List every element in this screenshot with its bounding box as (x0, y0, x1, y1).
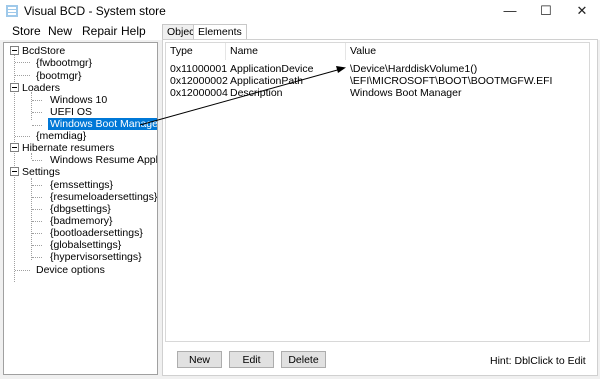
row-3-value[interactable]: Windows Boot Manager (350, 87, 461, 99)
row-3-name[interactable]: Description (230, 87, 283, 99)
edit-button[interactable]: Edit (229, 351, 274, 368)
row-2-type[interactable]: 0x12000002 (170, 75, 228, 87)
collapse-settings-icon[interactable] (10, 167, 19, 176)
collapse-hibernate-icon[interactable] (10, 143, 19, 152)
row-1-name[interactable]: ApplicationDevice (230, 63, 313, 75)
tree-node-badmemory[interactable]: {badmemory} (50, 215, 112, 227)
column-header-name[interactable]: Name (226, 43, 346, 60)
tree-node-settings[interactable]: Settings (22, 166, 60, 178)
new-button[interactable]: New (177, 351, 222, 368)
minimize-icon[interactable]: — (492, 0, 528, 22)
row-1-value[interactable]: \Device\HarddiskVolume1() (350, 63, 477, 75)
tree-node-windows-10[interactable]: Windows 10 (50, 94, 107, 106)
tab-elements[interactable]: Elements (193, 24, 247, 40)
tree-node-uefi-os[interactable]: UEFI OS (50, 106, 92, 118)
delete-button[interactable]: Delete (281, 351, 326, 368)
row-3-type[interactable]: 0x12000004 (170, 87, 228, 99)
menu-store[interactable]: Store (12, 24, 41, 38)
column-header-type[interactable]: Type (166, 43, 226, 60)
row-2-name[interactable]: ApplicationPath (230, 75, 303, 87)
menu-repair[interactable]: Repair (82, 24, 117, 38)
tree-node-hibernate-resumers[interactable]: Hibernate resumers (22, 142, 114, 154)
tree-node-bcdstore[interactable]: BcdStore (22, 45, 65, 57)
row-1-type[interactable]: 0x11000001 (170, 63, 227, 75)
collapse-bcdstore-icon[interactable] (10, 46, 19, 55)
tree-node-emssettings[interactable]: {emssettings} (50, 179, 113, 191)
tree-node-memdiag[interactable]: {memdiag} (36, 130, 86, 142)
menu-bar: Store New Repair Help (0, 22, 600, 40)
menu-help[interactable]: Help (121, 24, 146, 38)
tree-node-loaders[interactable]: Loaders (22, 82, 60, 94)
title-bar: Visual BCD - System store — ☐ ✕ (0, 0, 600, 22)
elements-list[interactable]: Type Name Value 0x11000001 ApplicationDe… (165, 42, 590, 342)
tree-node-windows-boot-manager[interactable]: Windows Boot Manager (48, 118, 157, 130)
tree-node-dbgsettings[interactable]: {dbgsettings} (50, 203, 111, 215)
tree-node-resumeloadersettings[interactable]: {resumeloadersettings} (50, 191, 157, 203)
row-2-value[interactable]: \EFI\MICROSOFT\BOOT\BOOTMGFW.EFI (350, 75, 552, 87)
close-icon[interactable]: ✕ (564, 0, 600, 22)
collapse-loaders-icon[interactable] (10, 83, 19, 92)
app-icon (6, 5, 18, 17)
column-header-value[interactable]: Value (346, 43, 589, 60)
bcd-tree[interactable]: BcdStore {fwbootmgr} {bootmgr} Loaders W… (3, 42, 158, 375)
maximize-icon[interactable]: ☐ (528, 0, 564, 22)
window-title: Visual BCD - System store (24, 4, 166, 18)
tree-node-device-options[interactable]: Device options (36, 264, 105, 276)
tree-node-windows-resume[interactable]: Windows Resume Applicatio (50, 154, 157, 166)
tree-node-bootmgr[interactable]: {bootmgr} (36, 70, 82, 82)
menu-new[interactable]: New (48, 24, 72, 38)
tree-node-hypervisorsettings[interactable]: {hypervisorsettings} (50, 251, 142, 263)
hint-text: Hint: DblClick to Edit (490, 355, 586, 367)
tree-node-globalsettings[interactable]: {globalsettings} (50, 239, 121, 251)
tree-node-fwbootmgr[interactable]: {fwbootmgr} (36, 57, 92, 69)
tree-node-bootloadersettings[interactable]: {bootloadersettings} (50, 227, 143, 239)
